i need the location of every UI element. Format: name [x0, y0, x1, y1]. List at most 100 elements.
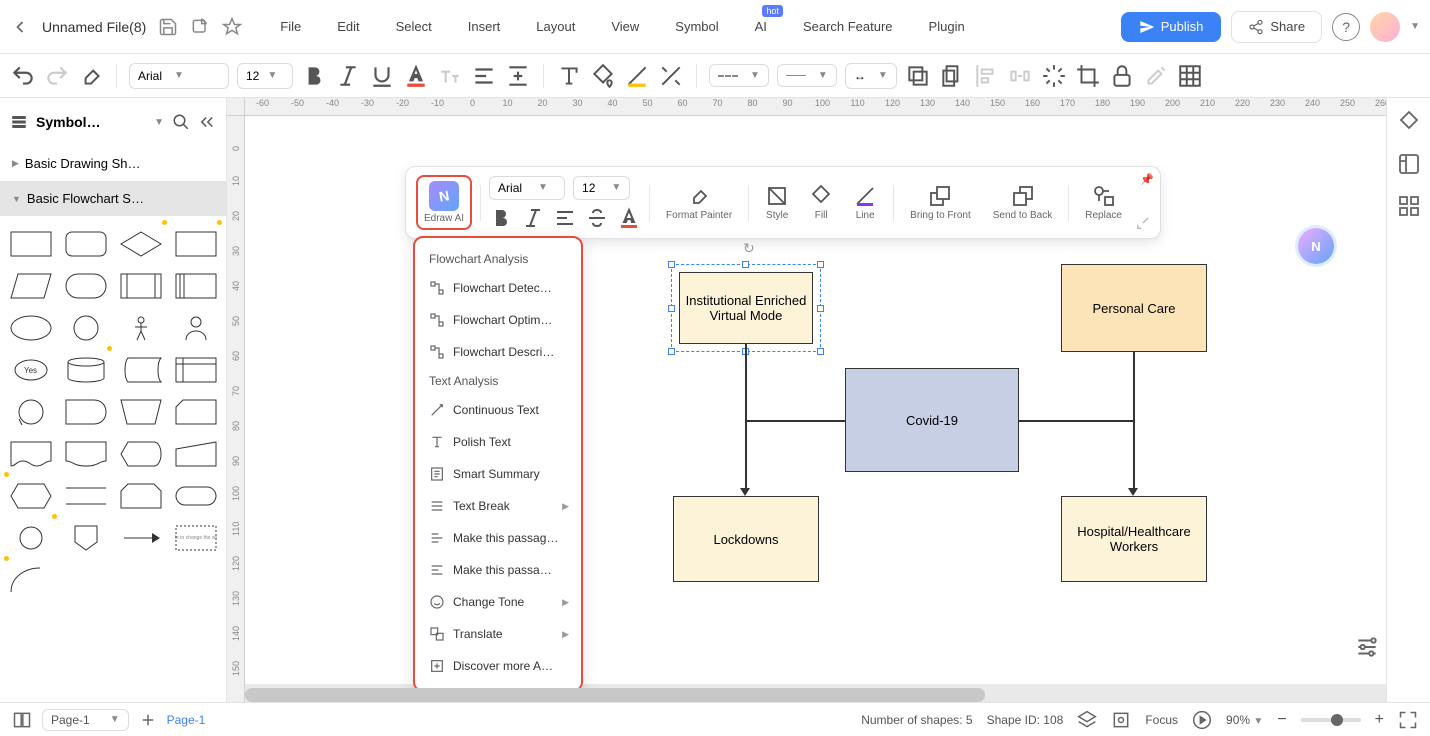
menu-symbol[interactable]: Symbol — [657, 13, 736, 40]
menu-search[interactable]: Search Feature — [785, 13, 911, 40]
settings-float-icon[interactable] — [1354, 634, 1380, 660]
fullscreen-icon[interactable] — [1398, 710, 1418, 730]
filename[interactable]: Unnamed File(8) — [42, 19, 146, 35]
format-icon[interactable] — [1397, 152, 1421, 176]
float-size-select[interactable]: 12▼ — [573, 176, 630, 200]
ai-translate[interactable]: Translate▶ — [419, 618, 577, 650]
share-button[interactable]: Share — [1231, 11, 1322, 43]
page-select[interactable]: Page-1▼ — [42, 709, 129, 731]
menu-plugin[interactable]: Plugin — [911, 13, 983, 40]
ai-make-passage-1[interactable]: Make this passag… — [419, 522, 577, 554]
avatar-chevron-icon[interactable]: ▼ — [1410, 21, 1420, 32]
ai-change-tone[interactable]: Change Tone▶ — [419, 586, 577, 618]
float-fill[interactable]: Fill — [801, 182, 841, 223]
float-font-select[interactable]: Arial▼ — [489, 176, 565, 200]
table-icon[interactable] — [1177, 63, 1203, 89]
shape-rect2[interactable] — [171, 226, 220, 262]
float-italic-icon[interactable] — [521, 206, 545, 230]
shape-terminator[interactable] — [171, 478, 220, 514]
page-tab[interactable]: Page-1 — [167, 713, 206, 727]
line-style-select[interactable]: ▼ — [709, 64, 769, 87]
arrow-select[interactable]: ↔▼ — [845, 63, 897, 89]
redo-icon[interactable] — [44, 63, 70, 89]
shape-manual-input[interactable] — [171, 436, 220, 472]
ai-smart-summary[interactable]: Smart Summary — [419, 458, 577, 490]
add-page-icon[interactable] — [139, 711, 157, 729]
zoom-slider[interactable] — [1301, 718, 1361, 722]
shape-card[interactable] — [171, 394, 220, 430]
shape-predefined[interactable] — [116, 268, 165, 304]
duplicate-icon[interactable] — [939, 63, 965, 89]
float-color-icon[interactable] — [617, 206, 641, 230]
canvas[interactable]: 📌 N Edraw AI Arial▼ 12▼ — [245, 116, 1386, 684]
shape-diamond[interactable] — [116, 226, 165, 262]
shape-document2[interactable] — [61, 436, 110, 472]
text-box-icon[interactable] — [556, 63, 582, 89]
category-basic-drawing[interactable]: ▶Basic Drawing Sh… — [0, 146, 226, 181]
align-left-icon[interactable] — [471, 63, 497, 89]
menu-view[interactable]: View — [593, 13, 657, 40]
shape-parallelogram[interactable] — [6, 268, 55, 304]
float-ai-group[interactable]: N Edraw AI — [416, 175, 472, 230]
float-bold-icon[interactable] — [489, 206, 513, 230]
shape-internal-storage[interactable] — [171, 352, 220, 388]
font-size-icon[interactable] — [437, 63, 463, 89]
ai-continuous-text[interactable]: Continuous Text — [419, 394, 577, 426]
shape-subroutine[interactable] — [171, 268, 220, 304]
shape-roundrect[interactable] — [61, 226, 110, 262]
shape-circle2[interactable] — [6, 394, 55, 430]
shape-database[interactable] — [61, 352, 110, 388]
focus-label[interactable]: Focus — [1145, 713, 1178, 727]
search-icon[interactable] — [172, 113, 190, 131]
publish-button[interactable]: Publish — [1121, 12, 1222, 42]
zoom-value[interactable]: 90% ▼ — [1226, 713, 1263, 727]
shape-stored-data[interactable] — [116, 352, 165, 388]
ai-polish-text[interactable]: Polish Text — [419, 426, 577, 458]
lock-icon[interactable] — [1109, 63, 1135, 89]
refresh-icon[interactable]: ↻ — [743, 240, 755, 257]
node-covid[interactable]: Covid-19 — [845, 368, 1019, 472]
sidebar-title-chevron-icon[interactable]: ▼ — [154, 117, 164, 128]
brush-icon[interactable] — [78, 63, 104, 89]
node-hospital[interactable]: Hospital/Healthcare Workers — [1061, 496, 1207, 582]
italic-icon[interactable] — [335, 63, 361, 89]
tools-icon[interactable] — [1143, 63, 1169, 89]
size-select[interactable]: 12▼ — [237, 63, 293, 89]
shape-person[interactable] — [116, 310, 165, 346]
shape-document[interactable] — [6, 436, 55, 472]
save-icon[interactable] — [158, 17, 178, 37]
ai-text-break[interactable]: Text Break▶ — [419, 490, 577, 522]
menu-select[interactable]: Select — [378, 13, 450, 40]
shape-loop-limit[interactable] — [116, 478, 165, 514]
category-basic-flowchart[interactable]: ▼Basic Flowchart S… — [0, 181, 226, 216]
expand-icon[interactable] — [1136, 216, 1150, 230]
node-personal-care[interactable]: Personal Care — [1061, 264, 1207, 352]
shape-delay[interactable] — [61, 394, 110, 430]
float-replace[interactable]: Replace — [1077, 182, 1130, 223]
shape-display[interactable] — [116, 436, 165, 472]
underline-icon[interactable] — [369, 63, 395, 89]
shape-offpage[interactable] — [61, 520, 110, 556]
shape-arc[interactable] — [6, 562, 55, 598]
pages-icon[interactable] — [12, 710, 32, 730]
float-bring-front[interactable]: Bring to Front — [902, 182, 979, 223]
help-button[interactable]: ? — [1332, 13, 1360, 41]
float-send-back[interactable]: Send to Back — [985, 182, 1060, 223]
menu-insert[interactable]: Insert — [450, 13, 519, 40]
float-style[interactable]: Style — [757, 182, 797, 223]
apps-icon[interactable] — [1397, 194, 1421, 218]
menu-layout[interactable]: Layout — [518, 13, 593, 40]
shape-parallel[interactable] — [61, 478, 110, 514]
ai-make-passage-2[interactable]: Make this passa… — [419, 554, 577, 586]
font-color-icon[interactable] — [403, 63, 429, 89]
ai-badge[interactable]: N — [1298, 228, 1334, 264]
zoom-in[interactable]: + — [1375, 711, 1384, 729]
ai-discover-more[interactable]: Discover more A… — [419, 650, 577, 682]
undo-icon[interactable] — [10, 63, 36, 89]
layers-icon[interactable] — [905, 63, 931, 89]
align-vertical-icon[interactable] — [505, 63, 531, 89]
line-color-icon[interactable] — [624, 63, 650, 89]
fill-icon[interactable] — [590, 63, 616, 89]
node-lockdowns[interactable]: Lockdowns — [673, 496, 819, 582]
menu-file[interactable]: File — [262, 13, 319, 40]
